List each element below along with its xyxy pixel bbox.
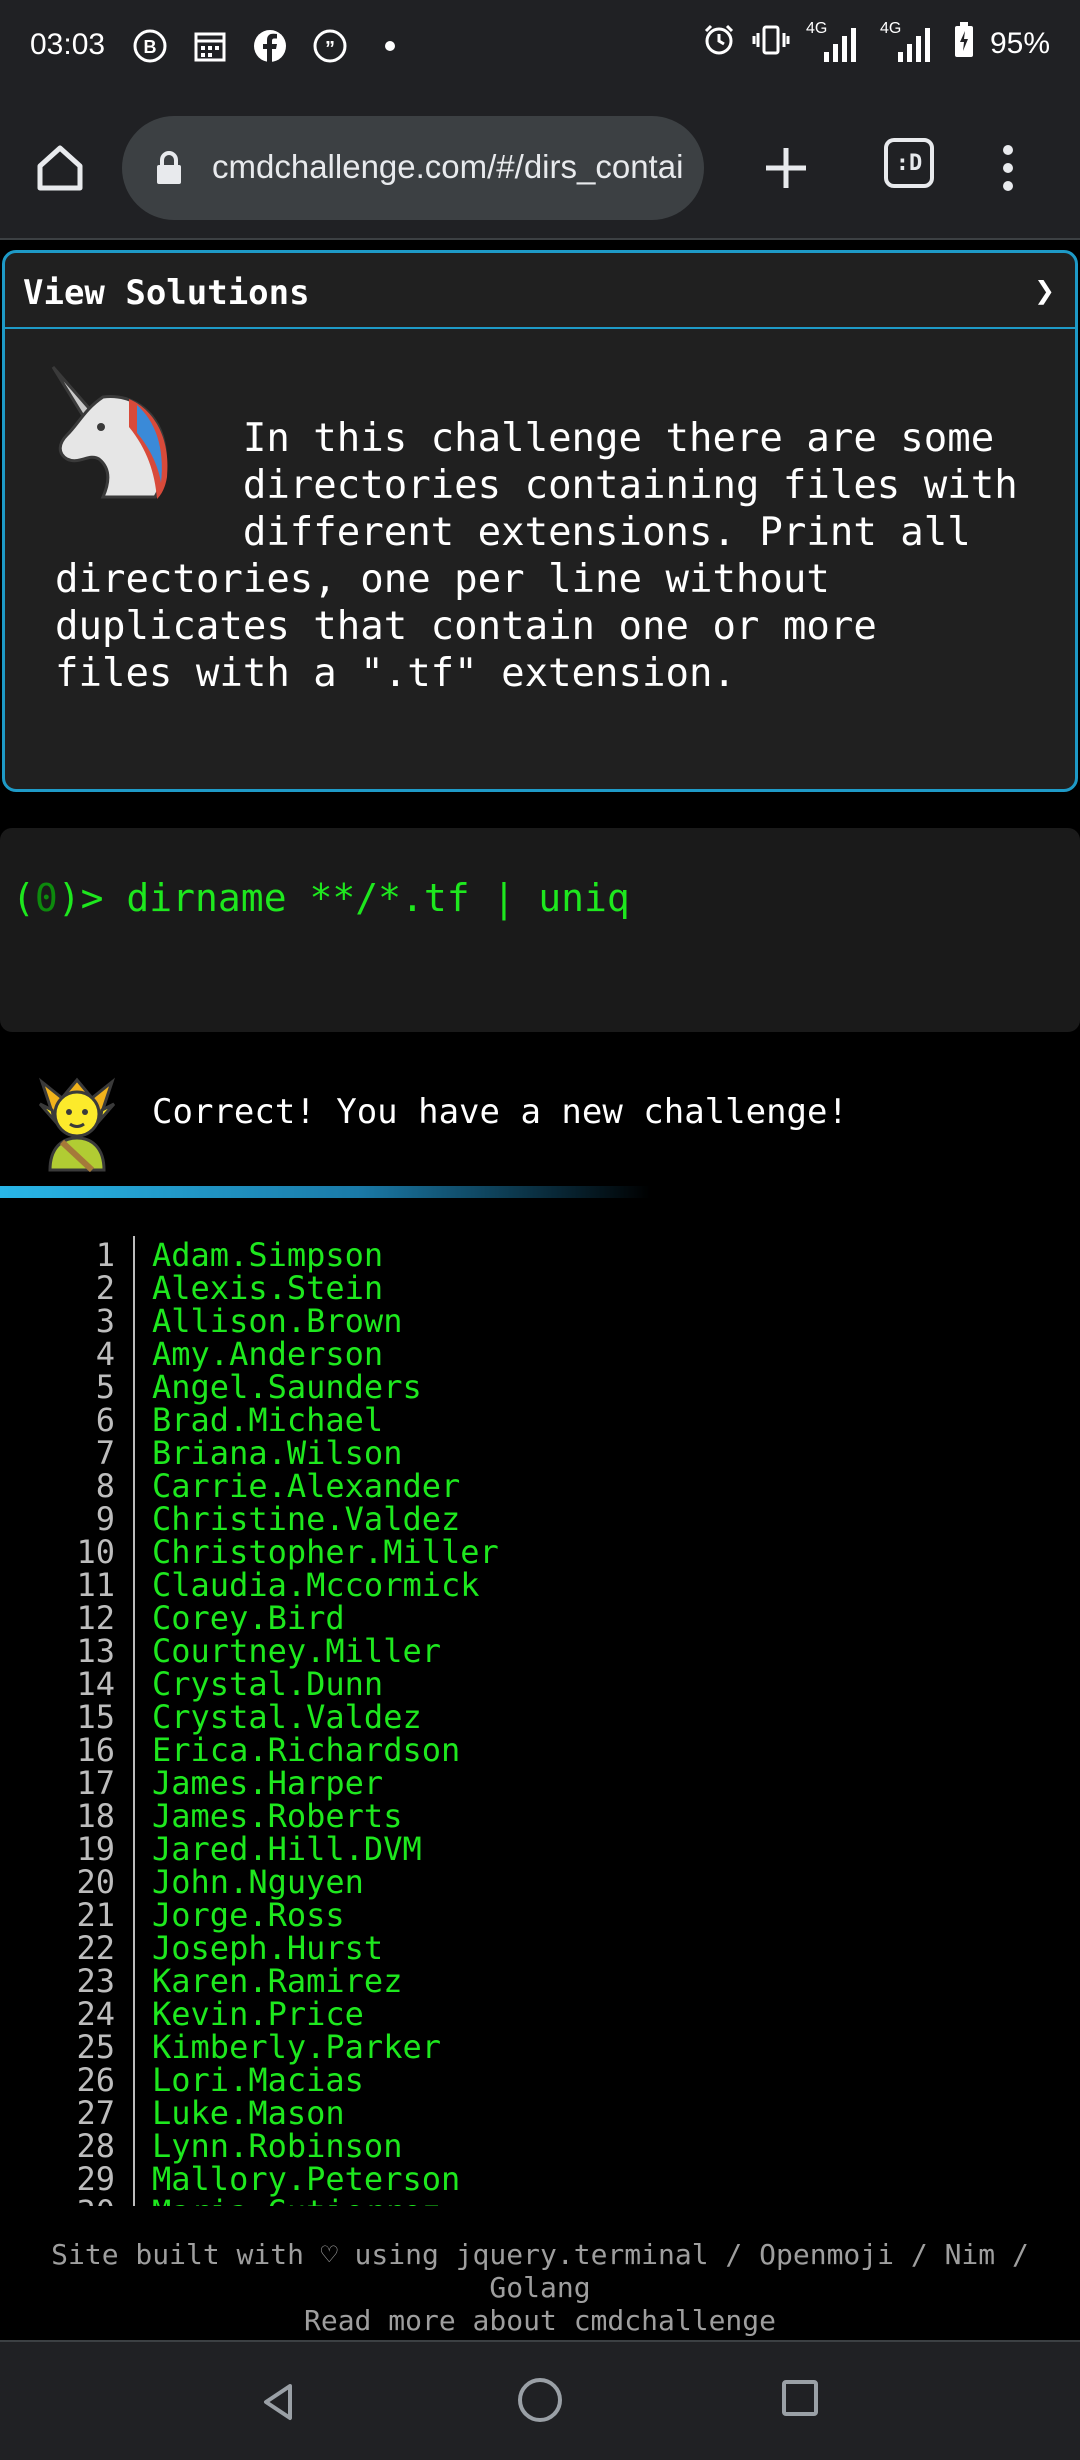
command-text[interactable]: dirname **/*.tf | uniq (126, 876, 629, 920)
alarm-icon (702, 23, 736, 65)
line-number: 30 (40, 2193, 115, 2206)
output-line: 12 Corey.Bird (0, 1599, 1080, 1637)
output-line: 18 James.Roberts (0, 1797, 1080, 1835)
output-line: 4 Amy.Anderson (0, 1335, 1080, 1373)
output-line: 21 Jorge.Ross (0, 1896, 1080, 1934)
page-content: View Solutions ❯ In this challenge there… (0, 242, 1080, 2340)
output-line: 29 Mallory.Peterson (0, 2160, 1080, 2198)
battery-level: 95% (989, 27, 1050, 60)
battery-icon (954, 22, 974, 66)
output-line: 13 Courtney.Miller (0, 1632, 1080, 1670)
status-time: 03:03 (30, 28, 106, 61)
output-line: 24 Kevin.Price (0, 1995, 1080, 2033)
output-line: 28 Lynn.Robinson (0, 2127, 1080, 2165)
output-line: 2 Alexis.Stein (0, 1269, 1080, 1307)
output-line: 9 Christine.Valdez (0, 1500, 1080, 1538)
result-row: Correct! You have a new challenge! (0, 1062, 1080, 1173)
site-footer: Site built with ♡ using jquery.terminal … (0, 2238, 1080, 2337)
calendar-icon (190, 26, 230, 66)
prompt-open: ( (12, 876, 35, 920)
signal-icon-1: 4G (806, 20, 864, 64)
output-line: 1 Adam.Simpson (0, 1236, 1080, 1274)
output-line: 10 Christopher.Miller (0, 1533, 1080, 1571)
b-app-icon: B (130, 26, 170, 66)
system-icons: 4G 4G 95% (702, 20, 1050, 66)
output-line: 22 Joseph.Hurst (0, 1929, 1080, 1967)
browser-toolbar: cmdchallenge.com/#/dirs_containing_ext :… (0, 96, 1080, 240)
output-line: 5 Angel.Saunders (0, 1368, 1080, 1406)
view-solutions-title[interactable]: View Solutions (23, 273, 310, 313)
success-message: Correct! You have a new challenge! (152, 1092, 848, 1132)
url-text[interactable]: cmdchallenge.com/#/dirs_containing_ext (212, 148, 682, 186)
output-line: 14 Crystal.Dunn (0, 1665, 1080, 1703)
back-icon[interactable] (256, 2380, 300, 2424)
expand-arrow-icon[interactable]: ❯ (1035, 271, 1055, 311)
directory-name: Maria.Gutierrez (152, 2193, 441, 2206)
quote-app-icon: ” (310, 26, 350, 66)
command-output: 1 Adam.Simpson 2 Alexis.Stein 3 Allison.Brown… (0, 1236, 1080, 2206)
notification-icons: B ” (130, 26, 410, 66)
view-solutions-header[interactable]: View Solutions ❯ (5, 253, 1075, 329)
output-line: 30 Maria.Gutierrez (0, 2193, 1080, 2206)
output-line: 17 James.Harper (0, 1764, 1080, 1802)
vibrate-icon (752, 23, 790, 65)
signal-icon-2: 4G (880, 20, 938, 64)
tab-switcher-button[interactable]: :D (884, 138, 934, 188)
home-button-icon[interactable] (518, 2378, 562, 2422)
lock-icon (154, 150, 184, 186)
exit-code: 0 (34, 876, 58, 920)
output-line: 20 John.Nguyen (0, 1863, 1080, 1901)
footer-read-more[interactable]: Read more about cmdchallenge (0, 2304, 1080, 2337)
dot-icon (370, 26, 410, 66)
output-line: 8 Carrie.Alexander (0, 1467, 1080, 1505)
challenge-panel: View Solutions ❯ In this challenge there… (2, 250, 1078, 792)
elf-icon (32, 1062, 122, 1173)
prompt-close: )> (57, 876, 127, 920)
output-line: 26 Lori.Macias (0, 2061, 1080, 2099)
more-menu-icon[interactable] (996, 138, 1020, 198)
output-line: 7 Briana.Wilson (0, 1434, 1080, 1472)
status-bar: 03:03 B ” 4G 4G 95% (0, 0, 1080, 96)
new-tab-icon[interactable] (756, 138, 816, 198)
recent-apps-icon[interactable] (782, 2380, 818, 2416)
home-icon[interactable] (30, 138, 90, 198)
challenge-description: In this challenge there are some directo… (55, 416, 1018, 696)
output-line: 25 Kimberly.Parker (0, 2028, 1080, 2066)
output-line: 15 Crystal.Valdez (0, 1698, 1080, 1736)
output-line: 27 Luke.Mason (0, 2094, 1080, 2132)
address-bar[interactable]: cmdchallenge.com/#/dirs_containing_ext (122, 116, 704, 220)
output-line: 16 Erica.Richardson (0, 1731, 1080, 1769)
terminal-input[interactable]: (0)> dirname **/*.tf | uniq (0, 828, 1080, 1032)
footer-credits[interactable]: Site built with ♡ using jquery.terminal … (0, 2238, 1080, 2304)
command-prompt[interactable]: (0)> dirname **/*.tf | uniq (12, 876, 630, 920)
output-line: 19 Jared.Hill.DVM (0, 1830, 1080, 1868)
facebook-icon (250, 26, 290, 66)
output-line: 23 Karen.Ramirez (0, 1962, 1080, 2000)
output-line: 11 Claudia.Mccormick (0, 1566, 1080, 1604)
system-nav-bar (0, 2340, 1080, 2460)
output-line: 6 Brad.Michael (0, 1401, 1080, 1439)
separator-bar (0, 1186, 650, 1198)
svg-text:”: ” (325, 38, 335, 60)
output-line: 3 Allison.Brown (0, 1302, 1080, 1340)
svg-text:B: B (144, 37, 157, 57)
